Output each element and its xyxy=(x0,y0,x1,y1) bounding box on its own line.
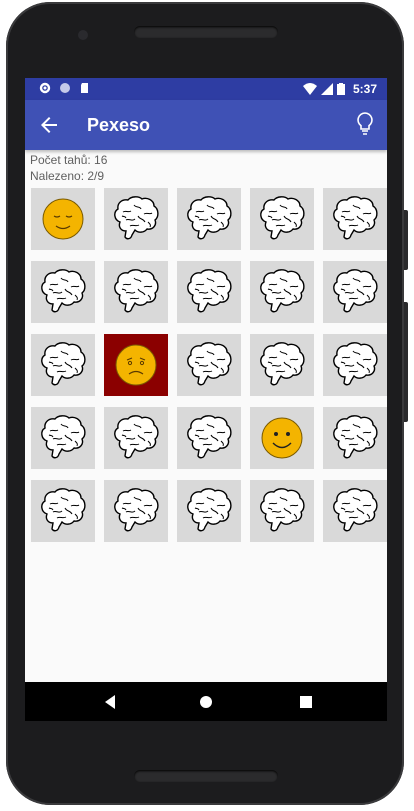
brain-icon xyxy=(41,488,86,532)
brain-icon xyxy=(114,269,159,313)
brain-icon xyxy=(187,196,232,240)
arrow-back-icon[interactable] xyxy=(37,113,61,137)
volume-button xyxy=(404,302,408,422)
brain-icon xyxy=(114,196,159,240)
power-button xyxy=(404,210,408,270)
brain-icon xyxy=(187,342,232,386)
memory-card[interactable] xyxy=(177,407,241,469)
sd-card-icon xyxy=(81,83,88,93)
memory-card[interactable] xyxy=(177,188,241,250)
brain-icon xyxy=(187,269,232,313)
card-grid xyxy=(31,188,387,548)
brain-icon xyxy=(114,415,159,459)
signal-icon xyxy=(320,83,333,95)
brain-icon xyxy=(41,269,86,313)
wifi-icon xyxy=(302,83,317,95)
memory-card[interactable] xyxy=(177,261,241,323)
memory-card[interactable] xyxy=(323,407,387,469)
brain-icon xyxy=(333,488,378,532)
memory-card[interactable] xyxy=(104,261,168,323)
front-camera xyxy=(78,30,88,40)
memory-card[interactable] xyxy=(31,188,95,250)
memory-card[interactable] xyxy=(323,480,387,542)
home-circle-icon[interactable] xyxy=(196,692,216,712)
battery-icon xyxy=(336,83,345,95)
memory-card[interactable] xyxy=(104,188,168,250)
sleepy-face-icon xyxy=(42,198,84,240)
memory-card[interactable] xyxy=(323,188,387,250)
app-bar: Pexeso xyxy=(25,100,387,150)
memory-card[interactable] xyxy=(250,261,314,323)
memory-card[interactable] xyxy=(250,480,314,542)
brain-icon xyxy=(333,415,378,459)
brain-icon xyxy=(260,488,305,532)
memory-card[interactable] xyxy=(250,407,314,469)
brain-icon xyxy=(187,415,232,459)
navigation-bar xyxy=(25,682,387,721)
brain-icon xyxy=(114,488,159,532)
game-stats: Počet tahů: 16 Nalezeno: 2/9 xyxy=(30,152,107,184)
phone-frame: 5:37 Pexeso Počet tahů: 16 Nalezeno: 2/9 xyxy=(6,2,408,805)
memory-card[interactable] xyxy=(104,480,168,542)
circle-icon xyxy=(60,83,70,93)
memory-card[interactable] xyxy=(31,334,95,396)
memory-card[interactable] xyxy=(104,334,168,396)
sad-face-icon xyxy=(115,344,157,386)
settings-icon xyxy=(39,82,51,94)
memory-card[interactable] xyxy=(250,334,314,396)
top-speaker xyxy=(134,26,278,38)
brain-icon xyxy=(41,415,86,459)
brain-icon xyxy=(41,342,86,386)
memory-card[interactable] xyxy=(31,261,95,323)
screen: 5:37 Pexeso Počet tahů: 16 Nalezeno: 2/9 xyxy=(25,78,387,721)
happy-face-icon xyxy=(261,417,303,459)
brain-icon xyxy=(187,488,232,532)
status-bar: 5:37 xyxy=(25,78,387,100)
memory-card[interactable] xyxy=(177,480,241,542)
brain-icon xyxy=(260,269,305,313)
memory-card[interactable] xyxy=(250,188,314,250)
brain-icon xyxy=(260,196,305,240)
brain-icon xyxy=(260,342,305,386)
found-count: Nalezeno: 2/9 xyxy=(30,169,105,183)
back-triangle-icon[interactable] xyxy=(100,692,120,712)
memory-card[interactable] xyxy=(31,480,95,542)
memory-card[interactable] xyxy=(31,407,95,469)
memory-card[interactable] xyxy=(323,261,387,323)
memory-card[interactable] xyxy=(104,407,168,469)
recents-square-icon[interactable] xyxy=(296,692,316,712)
moves-count: Počet tahů: 16 xyxy=(30,153,108,167)
bottom-speaker xyxy=(134,770,278,782)
brain-icon xyxy=(333,269,378,313)
brain-icon xyxy=(333,342,378,386)
lightbulb-icon[interactable] xyxy=(353,111,377,137)
app-title: Pexeso xyxy=(87,115,151,135)
memory-card[interactable] xyxy=(177,334,241,396)
brain-icon xyxy=(333,196,378,240)
status-time: 5:37 xyxy=(352,82,377,96)
memory-card[interactable] xyxy=(323,334,387,396)
